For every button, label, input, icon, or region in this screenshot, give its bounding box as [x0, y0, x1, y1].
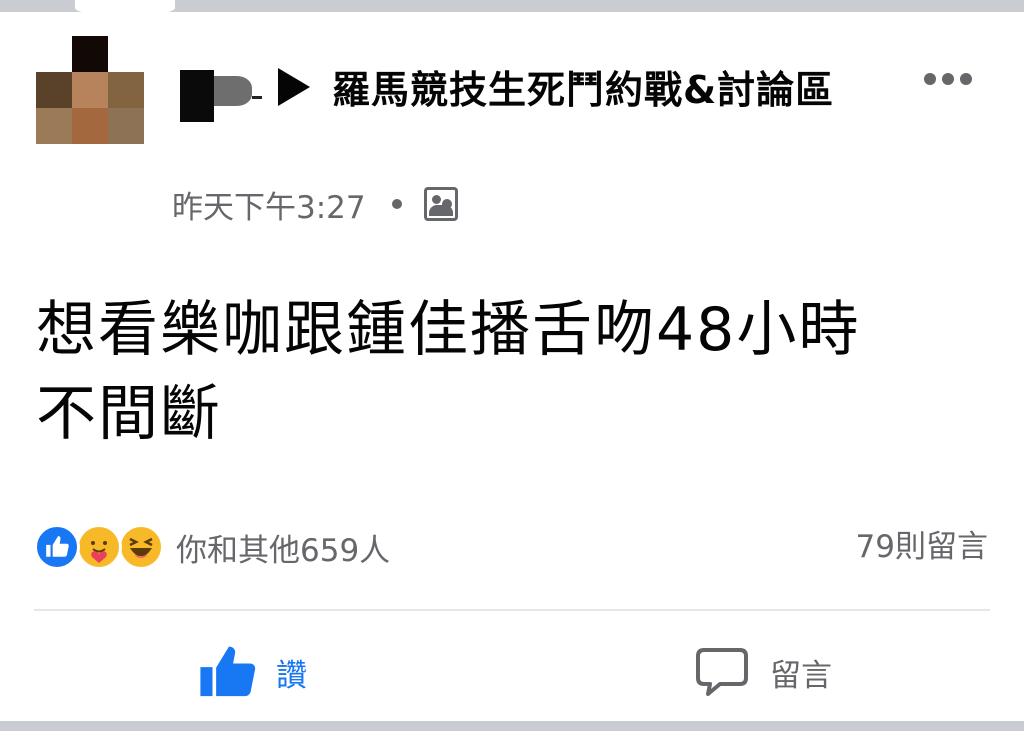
like-reaction-icon: [34, 524, 80, 570]
care-reaction-icon: [76, 524, 122, 570]
comment-button[interactable]: 留言: [694, 640, 832, 704]
post-text-line: 想看樂咖跟鍾佳播舌吻48小時: [36, 295, 861, 365]
post-text-line: 不間斷: [36, 379, 222, 449]
like-label: 讚: [276, 657, 307, 694]
more-options-icon[interactable]: [924, 72, 972, 86]
reaction-summary[interactable]: 你和其他659人: [34, 522, 390, 572]
timestamp[interactable]: 昨天下午3:27: [172, 182, 366, 227]
avatar[interactable]: [36, 36, 144, 144]
haha-reaction-icon: [118, 524, 164, 570]
comment-bubble-icon: [696, 648, 748, 696]
facebook-post-card: 羅馬競技生死鬥約戰&討論區 昨天下午3:27 想看樂咖跟鍾佳播舌吻48小時 不間…: [0, 12, 1024, 721]
post-body: 想看樂咖跟鍾佳播舌吻48小時 不間斷: [36, 288, 936, 456]
comment-count-link[interactable]: 79則留言: [856, 524, 988, 570]
post-meta: 昨天下午3:27: [172, 182, 458, 226]
reaction-count[interactable]: 你和其他659人: [176, 525, 390, 570]
comment-label: 留言: [770, 657, 832, 694]
triangle-right-icon: [278, 68, 310, 106]
like-button[interactable]: 讚: [198, 640, 307, 704]
group-icon: [423, 187, 458, 221]
divider: [34, 609, 990, 611]
separator-dot: [391, 199, 402, 209]
thumbs-up-icon: [200, 646, 256, 697]
